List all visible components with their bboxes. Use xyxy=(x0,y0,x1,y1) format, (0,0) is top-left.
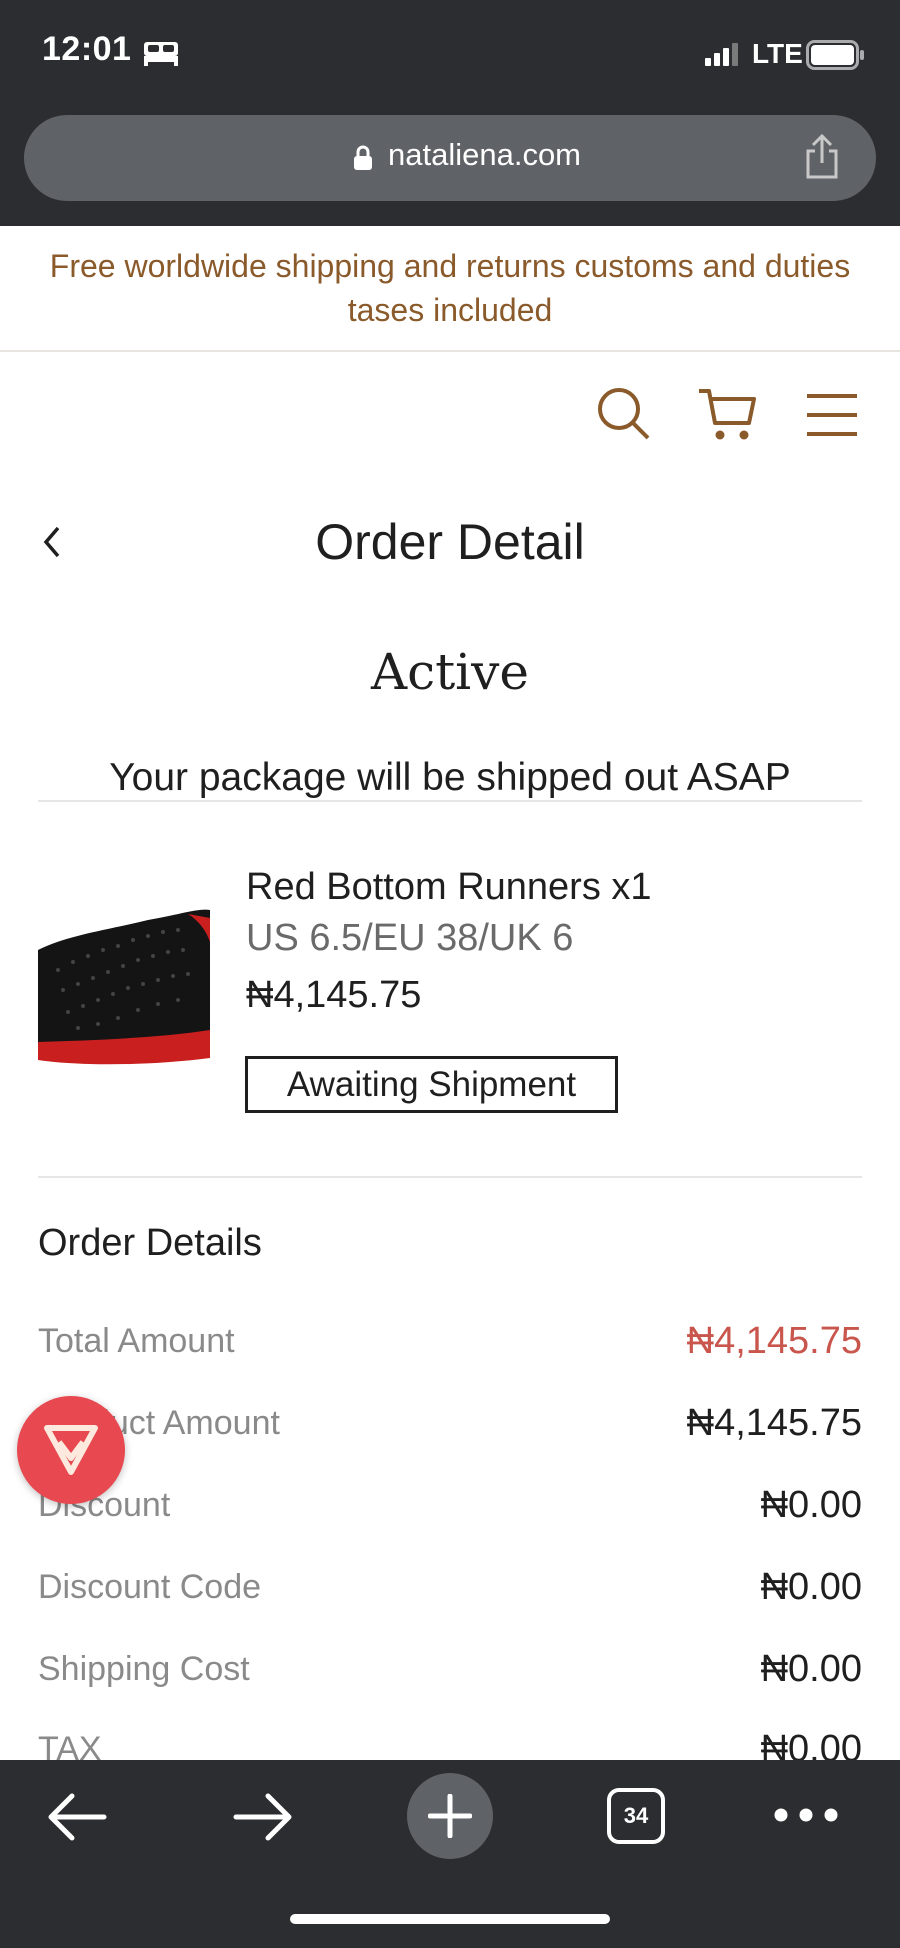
cart-icon[interactable] xyxy=(697,385,757,443)
gem-icon xyxy=(44,1425,98,1475)
status-time: 12:01 xyxy=(42,30,132,68)
shipment-status-badge: Awaiting Shipment xyxy=(245,1056,618,1113)
detail-label: Discount Code xyxy=(38,1568,262,1606)
share-icon[interactable] xyxy=(802,133,842,181)
url-bar[interactable]: nataliena.com xyxy=(24,115,876,201)
product-name[interactable]: Red Bottom Runners x1 xyxy=(246,866,652,909)
more-icon[interactable] xyxy=(772,1800,840,1830)
floating-gem-button[interactable] xyxy=(17,1396,125,1504)
announcement-bar: Free worldwide shipping and returns cust… xyxy=(0,226,900,352)
detail-value: ₦4,145.75 xyxy=(686,1320,862,1362)
order-status-message: Your package will be shipped out ASAP xyxy=(109,756,791,799)
browser-back-icon[interactable] xyxy=(46,1790,108,1844)
lock-icon xyxy=(354,145,372,170)
url-text: nataliena.com xyxy=(388,137,582,172)
sneaker-image xyxy=(38,890,210,1072)
order-details-title: Order Details xyxy=(38,1222,262,1264)
detail-row-shipping-cost: Shipping Cost ₦0.00 xyxy=(38,1648,862,1700)
divider xyxy=(38,1176,862,1178)
product-price: ₦4,145.75 xyxy=(246,974,422,1016)
menu-icon[interactable] xyxy=(805,392,859,438)
search-icon[interactable] xyxy=(595,385,651,441)
browser-toolbar: 34 xyxy=(0,1760,900,1948)
product-image[interactable] xyxy=(38,890,210,1072)
product-variant: US 6.5/EU 38/UK 6 xyxy=(246,917,574,959)
home-indicator xyxy=(290,1914,610,1924)
detail-row-total-amount: Total Amount ₦4,145.75 xyxy=(38,1320,862,1372)
order-status-heading: Active xyxy=(370,643,530,701)
signal-icon xyxy=(705,43,738,66)
detail-row-discount: Discount ₦0.00 xyxy=(38,1484,862,1536)
detail-value: ₦0.00 xyxy=(760,1566,862,1608)
battery-icon xyxy=(806,40,864,70)
detail-label: Total Amount xyxy=(38,1322,235,1360)
divider xyxy=(38,800,862,802)
browser-top-chrome: 12:01 LTE nataliena.com xyxy=(0,0,900,226)
tabs-button[interactable]: 34 xyxy=(607,1788,665,1844)
detail-value: ₦4,145.75 xyxy=(686,1402,862,1444)
plus-icon xyxy=(428,1794,472,1838)
bed-icon xyxy=(144,42,178,66)
network-type: LTE xyxy=(752,38,803,69)
detail-row-product-amount: Product Amount ₦4,145.75 xyxy=(38,1402,862,1454)
detail-value: ₦0.00 xyxy=(760,1484,862,1526)
browser-forward-icon[interactable] xyxy=(232,1790,294,1844)
page-title: Order Detail xyxy=(315,514,585,570)
detail-value: ₦0.00 xyxy=(760,1648,862,1690)
detail-row-discount-code: Discount Code ₦0.00 xyxy=(38,1566,862,1618)
detail-label: Shipping Cost xyxy=(38,1650,250,1688)
new-tab-button[interactable] xyxy=(407,1773,493,1859)
announcement-text: Free worldwide shipping and returns cust… xyxy=(49,248,851,328)
